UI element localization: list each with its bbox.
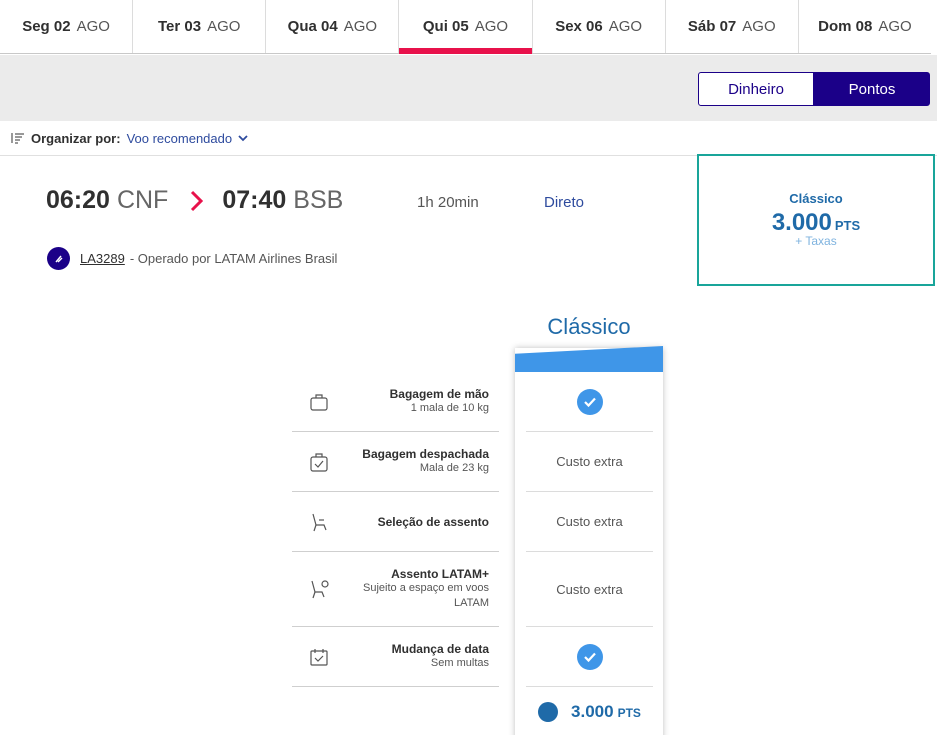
flight-duration: 1h 20min bbox=[417, 194, 479, 211]
benefit-title: Seleção de assento bbox=[377, 514, 489, 529]
departure-code: CNF bbox=[116, 186, 169, 214]
flight-times: 06:20 CNF 07:40 BSB bbox=[46, 186, 343, 215]
fare-amount: 3.000 bbox=[771, 209, 832, 236]
date-tab-month: AGO bbox=[608, 18, 643, 35]
arrival-code: BSB bbox=[293, 186, 344, 214]
sort-bar: Organizar por: Voo recomendado bbox=[0, 121, 937, 156]
check-icon bbox=[576, 388, 603, 415]
date-tab-month: AGO bbox=[742, 18, 776, 35]
benefit-subtitle: Sujeito a espaço em voos LATAM bbox=[363, 582, 489, 609]
value-cell-date-change bbox=[526, 627, 653, 687]
latam-logo-icon bbox=[54, 255, 62, 262]
date-tab-qua-04[interactable]: Qua 04 AGO bbox=[266, 0, 400, 53]
benefit-title: Bagagem despachada bbox=[362, 447, 489, 461]
benefit-text: Seleção de assento bbox=[378, 515, 489, 529]
airline-logo bbox=[47, 247, 70, 270]
bottom-price-amount: 3.000 bbox=[571, 702, 614, 721]
money-button[interactable]: Dinheiro bbox=[698, 72, 814, 106]
payment-band: Dinheiro Pontos bbox=[0, 55, 937, 121]
date-tabs: Seg 02 AGO Ter 03 AGO Qua 04 AGO Qui 05 AGO … bbox=[0, 0, 931, 54]
date-tab-day: Seg 02 bbox=[22, 18, 71, 35]
benefit-subtitle: Mala de 23 kg bbox=[419, 462, 489, 474]
date-tab-day: Sáb 07 bbox=[687, 18, 737, 35]
value-cell-hand-baggage bbox=[526, 372, 653, 432]
benefit-text: Bagagem de mão 1 mala de 10 kg bbox=[390, 387, 489, 416]
bottom-price: 3.000 PTS bbox=[571, 702, 641, 722]
operated-by-text: - Operado por LATAM Airlines Brasil bbox=[129, 251, 338, 266]
date-tab-ter-03[interactable]: Ter 03 AGO bbox=[133, 0, 267, 53]
calendar-icon bbox=[310, 648, 328, 666]
benefit-text: Bagagem despachada Mala de 23 kg bbox=[362, 447, 489, 476]
fare-unit: PTS bbox=[834, 218, 861, 233]
date-tab-day: Sex 06 bbox=[555, 18, 603, 35]
fare-radio-button[interactable] bbox=[538, 702, 559, 722]
family-title: Clássico bbox=[547, 314, 631, 339]
date-tab-month: AGO bbox=[878, 18, 912, 35]
departure-time: 06:20 bbox=[46, 186, 110, 214]
payment-toggle: Dinheiro Pontos bbox=[698, 72, 930, 106]
flight-number-link[interactable]: LA3289 bbox=[80, 251, 125, 266]
fare-price: 3.000 PTS bbox=[699, 209, 933, 237]
fare-family-name: Clássico bbox=[789, 191, 843, 206]
benefit-subtitle: 1 mala de 10 kg bbox=[410, 402, 489, 414]
date-tab-seg-02[interactable]: Seg 02 AGO bbox=[0, 0, 134, 53]
benefit-text: Mudança de data Sem multas bbox=[392, 642, 489, 671]
benefit-title: Bagagem de mão bbox=[389, 387, 489, 401]
sort-dropdown[interactable]: Voo recomendado bbox=[127, 131, 233, 146]
bottom-price-unit: PTS bbox=[617, 706, 641, 720]
hand-baggage-icon bbox=[310, 393, 328, 411]
benefit-row-checked-baggage: Bagagem despachada Mala de 23 kg bbox=[292, 432, 499, 492]
benefit-title: Mudança de data bbox=[391, 642, 489, 656]
points-button[interactable]: Pontos bbox=[814, 72, 930, 106]
date-tab-sex-06[interactable]: Sex 06 AGO bbox=[533, 0, 666, 53]
date-tab-day: Qua 04 bbox=[287, 18, 338, 35]
date-tab-month: AGO bbox=[474, 18, 509, 35]
date-tab-month: AGO bbox=[76, 18, 110, 35]
sort-label: Organizar por: bbox=[31, 130, 121, 146]
checked-baggage-icon bbox=[310, 452, 328, 472]
benefit-subtitle: Sem multas bbox=[430, 657, 489, 669]
date-tab-month: AGO bbox=[207, 18, 241, 35]
benefit-row-seat-selection: Seleção de assento bbox=[292, 492, 499, 552]
value-cell-checked-baggage: Custo extra bbox=[526, 432, 653, 492]
fare-card-classico[interactable]: Clássico 3.000 PTS + Taxas bbox=[697, 154, 935, 286]
arrow-right-icon bbox=[191, 190, 204, 211]
value-cell-seat-selection: Custo extra bbox=[526, 492, 653, 552]
date-tab-dom-08[interactable]: Dom 08 AGO bbox=[799, 0, 931, 53]
date-tab-month: AGO bbox=[343, 18, 378, 35]
stops-link[interactable]: Direto bbox=[544, 194, 584, 211]
date-tab-qui-05[interactable]: Qui 05 AGO bbox=[399, 0, 533, 54]
date-tab-sab-07[interactable]: Sáb 07 AGO bbox=[666, 0, 799, 53]
check-icon bbox=[576, 643, 603, 670]
operator-row: LA3289 - Operado por LATAM Airlines Bras… bbox=[47, 247, 337, 270]
arrival-time: 07:40 bbox=[222, 186, 287, 214]
select-fare-row[interactable]: 3.000 PTS bbox=[526, 696, 653, 728]
benefit-text: Assento LATAM+ Sujeito a espaço em voos … bbox=[339, 567, 489, 611]
benefit-title: Assento LATAM+ bbox=[391, 567, 489, 581]
seat-plus-icon bbox=[311, 580, 329, 599]
seat-icon bbox=[312, 513, 327, 531]
benefit-row-seat-latam-plus: Assento LATAM+ Sujeito a espaço em voos … bbox=[292, 552, 499, 627]
sort-icon bbox=[11, 133, 24, 144]
fare-taxes: + Taxas bbox=[795, 234, 837, 248]
chevron-down-icon[interactable] bbox=[238, 134, 248, 142]
date-tab-day: Qui 05 bbox=[422, 18, 469, 35]
benefit-row-date-change: Mudança de data Sem multas bbox=[292, 627, 499, 687]
page: Seg 02 AGO Ter 03 AGO Qua 04 AGO Qui 05 AGO … bbox=[0, 0, 937, 735]
date-tab-day: Ter 03 bbox=[157, 18, 202, 35]
benefit-row-hand-baggage: Bagagem de mão 1 mala de 10 kg bbox=[292, 372, 499, 432]
value-cell-seat-latam-plus: Custo extra bbox=[526, 552, 653, 627]
date-tab-day: Dom 08 bbox=[818, 18, 873, 35]
